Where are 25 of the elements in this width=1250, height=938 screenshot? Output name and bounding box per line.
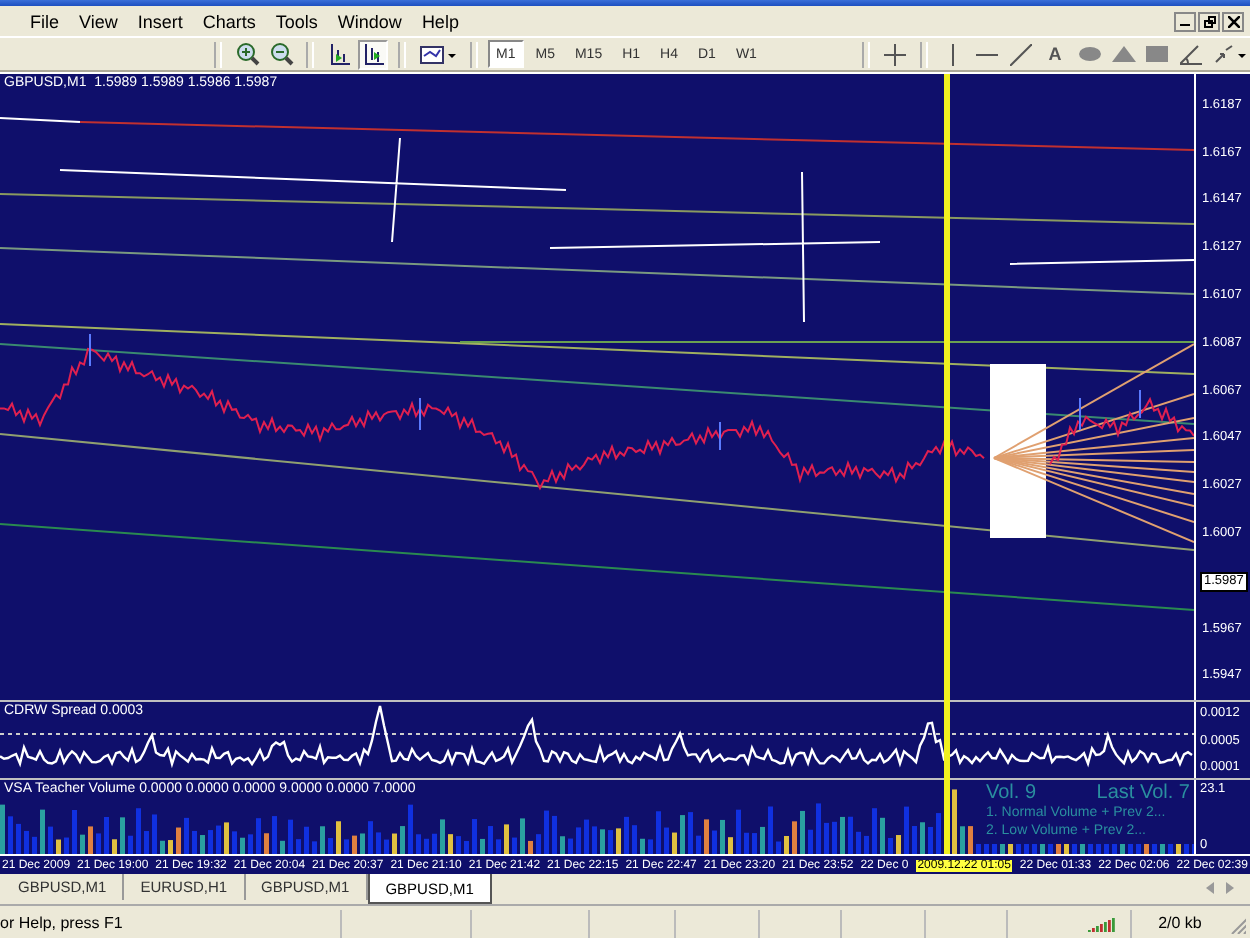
minimize-button[interactable] bbox=[1174, 11, 1196, 31]
menu-item[interactable]: Window bbox=[327, 11, 412, 31]
trendline-icon[interactable] bbox=[1006, 39, 1036, 69]
text-tool-button[interactable]: A bbox=[1040, 44, 1070, 64]
status-text: or Help, press F1 bbox=[0, 914, 123, 932]
zoom-in-icon[interactable] bbox=[232, 39, 262, 69]
menu-item[interactable]: Tools bbox=[265, 11, 328, 31]
menu-item[interactable]: File bbox=[20, 11, 70, 31]
restore-button[interactable] bbox=[1198, 11, 1220, 31]
angle-icon[interactable] bbox=[1176, 39, 1206, 69]
connection-icon bbox=[1088, 914, 1119, 932]
restore-icon bbox=[1203, 15, 1215, 27]
menu-item[interactable]: View bbox=[69, 11, 128, 31]
menu-item[interactable]: Charts bbox=[192, 11, 266, 31]
resize-grip-icon[interactable] bbox=[1227, 913, 1246, 933]
auto-scroll-icon[interactable] bbox=[358, 39, 388, 69]
last-volume-label: Last Vol. 7 bbox=[1096, 782, 1190, 804]
crosshair-icon[interactable] bbox=[880, 39, 910, 69]
menu-item[interactable]: Help bbox=[411, 11, 469, 31]
close-button[interactable] bbox=[1222, 11, 1244, 31]
traffic-text: 2/0 kb bbox=[1158, 914, 1202, 932]
menu-item[interactable]: Insert bbox=[127, 11, 193, 31]
volume-label: Vol. 9 bbox=[986, 782, 1037, 804]
close-icon bbox=[1227, 15, 1239, 27]
zoom-out-icon[interactable] bbox=[266, 39, 296, 69]
